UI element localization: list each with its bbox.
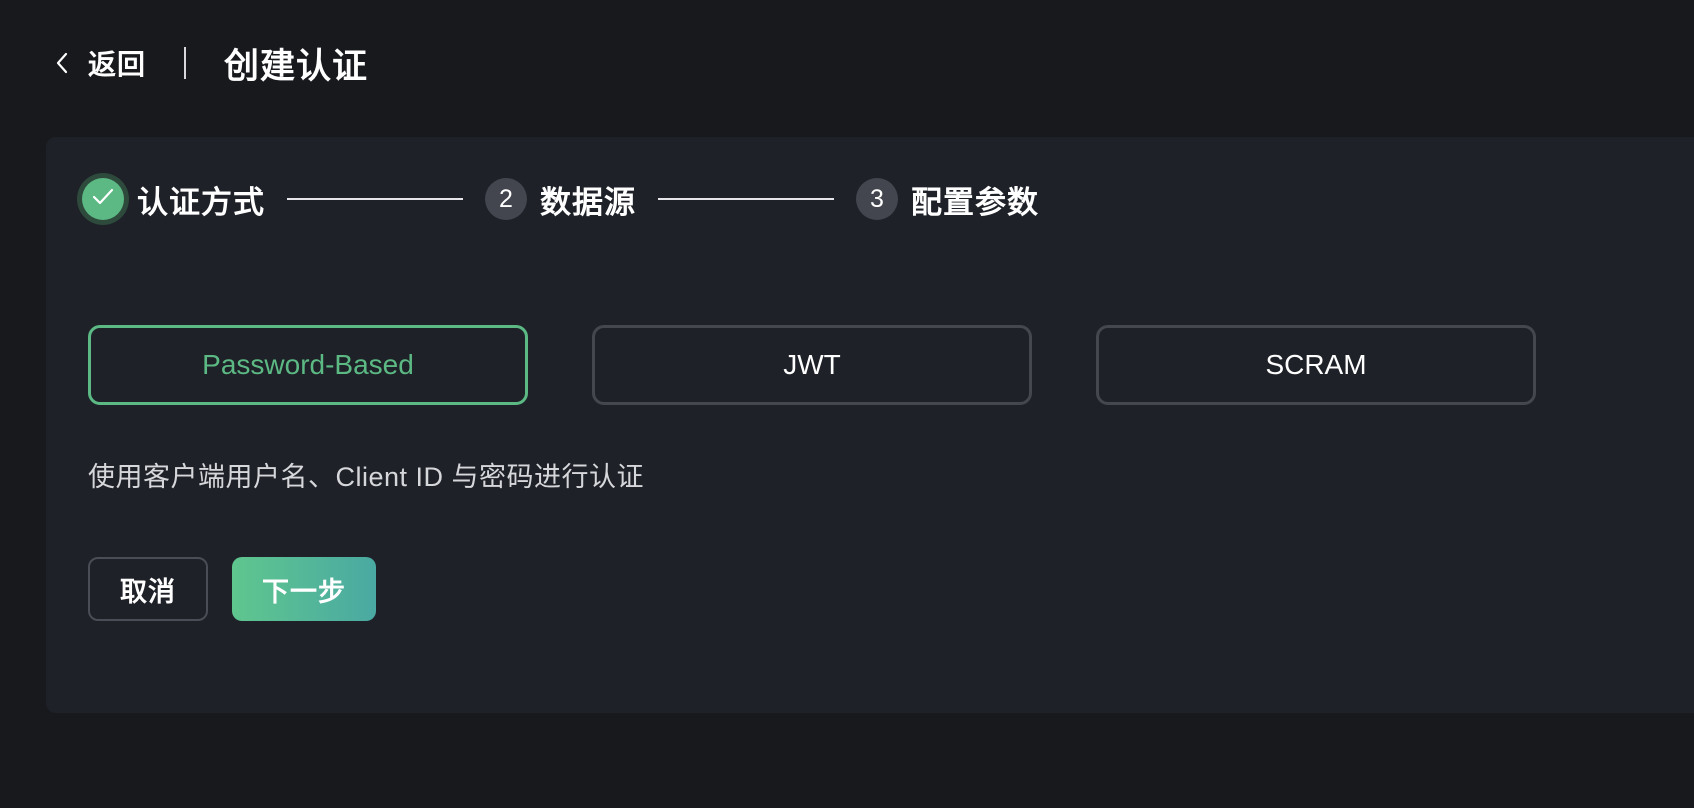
back-label: 返回 bbox=[88, 49, 147, 80]
page: 返回 创建认证 认证方式 2 数据源 3 配置参数 Password-Based… bbox=[0, 0, 1694, 808]
option-password-based[interactable]: Password-Based bbox=[88, 325, 528, 405]
step-3-circle: 3 bbox=[856, 178, 898, 220]
step-2-circle: 2 bbox=[485, 178, 527, 220]
create-auth-card: 认证方式 2 数据源 3 配置参数 Password-Based JWT SCR… bbox=[46, 137, 1694, 713]
step-connector bbox=[287, 198, 463, 200]
check-icon bbox=[91, 185, 115, 214]
step-3-label: 配置参数 bbox=[911, 184, 1039, 220]
back-button[interactable]: 返回 bbox=[52, 43, 146, 83]
next-step-button[interactable]: 下一步 bbox=[232, 557, 376, 621]
header-divider bbox=[184, 47, 187, 79]
option-jwt[interactable]: JWT bbox=[592, 325, 1032, 405]
chevron-left-icon bbox=[52, 50, 72, 76]
step-data-source: 2 数据源 bbox=[485, 177, 636, 222]
auth-method-options: Password-Based JWT SCRAM bbox=[88, 325, 1600, 405]
auth-method-description: 使用客户端用户名、Client ID 与密码进行认证 bbox=[88, 462, 645, 492]
step-1-circle bbox=[82, 178, 124, 220]
option-scram[interactable]: SCRAM bbox=[1096, 325, 1536, 405]
stepper: 认证方式 2 数据源 3 配置参数 bbox=[82, 173, 1039, 225]
step-config-params: 3 配置参数 bbox=[856, 177, 1039, 222]
page-header: 返回 创建认证 bbox=[52, 38, 368, 88]
step-connector bbox=[658, 198, 834, 200]
form-actions: 取消 下一步 bbox=[88, 557, 376, 621]
page-title: 创建认证 bbox=[224, 46, 369, 86]
cancel-button[interactable]: 取消 bbox=[88, 557, 208, 621]
step-auth-method: 认证方式 bbox=[82, 177, 265, 222]
step-2-label: 数据源 bbox=[540, 184, 636, 220]
step-1-label: 认证方式 bbox=[137, 184, 265, 220]
